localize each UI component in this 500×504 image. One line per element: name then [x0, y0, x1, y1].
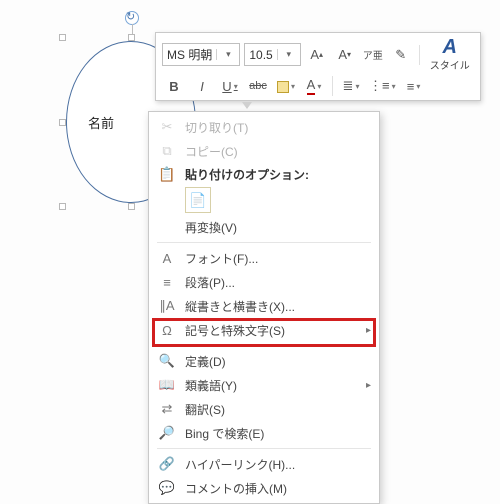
link-icon: 🔗	[155, 456, 179, 472]
context-menu: ✂ 切り取り(T) ⧉ コピー(C) 📋 貼り付けのオプション: 📄 再変換(V…	[148, 111, 380, 504]
separator	[157, 345, 371, 346]
toolbar-pointer	[242, 102, 252, 109]
rotate-handle[interactable]	[125, 11, 139, 25]
menu-copy[interactable]: ⧉ コピー(C)	[149, 139, 379, 163]
paste-option-keep-text[interactable]: 📄	[149, 185, 379, 215]
underline-button[interactable]: U▾	[218, 76, 242, 96]
mini-toolbar: MS 明朝 ▾ 10.5 ▾ A▴ A▾ ア亜 ✎ A スタイル B I U▾ …	[155, 32, 481, 101]
strikethrough-button[interactable]: abc	[246, 76, 270, 96]
chevron-down-icon: ▾	[216, 49, 239, 60]
font-name-value: MS 明朝	[163, 46, 216, 63]
font-color-button[interactable]: A▾	[302, 76, 326, 96]
separator	[157, 448, 371, 449]
define-icon: 🔍	[155, 353, 179, 369]
text-direction-icon: ∥A	[155, 298, 179, 314]
font-name-combo[interactable]: MS 明朝 ▾	[162, 43, 240, 66]
paragraph-icon: ≡	[155, 275, 179, 290]
menu-reconvert[interactable]: 再変換(V)	[149, 215, 379, 239]
thesaurus-icon: 📖	[155, 377, 179, 393]
resize-handle[interactable]	[59, 203, 66, 210]
bold-button[interactable]: B	[162, 76, 186, 96]
separator	[332, 76, 333, 96]
copy-icon: ⧉	[155, 143, 179, 159]
translate-icon: ⇄	[155, 401, 179, 417]
font-icon: A	[155, 251, 179, 266]
shrink-font-button[interactable]: A▾	[333, 45, 357, 65]
menu-define[interactable]: 🔍 定義(D)	[149, 349, 379, 373]
comment-icon: 💬	[155, 480, 179, 496]
menu-cut[interactable]: ✂ 切り取り(T)	[149, 115, 379, 139]
menu-symbols[interactable]: Ω 記号と特殊文字(S) ▸	[149, 318, 379, 342]
search-icon: 🔎	[155, 425, 179, 441]
resize-handle[interactable]	[128, 203, 135, 210]
styles-icon: A	[442, 37, 456, 57]
shape-label: 名前	[88, 113, 114, 132]
paste-options-label: 📋 貼り付けのオプション:	[149, 163, 379, 185]
bullets-button[interactable]: ≣▾	[339, 76, 363, 96]
italic-button[interactable]: I	[190, 76, 214, 96]
format-painter-button[interactable]: ✎	[389, 45, 413, 65]
indent-button[interactable]: ≡▾	[402, 76, 426, 96]
resize-handle[interactable]	[59, 119, 66, 126]
clipboard-icon: 📋	[155, 166, 179, 183]
menu-font[interactable]: A フォント(F)...	[149, 246, 379, 270]
menu-text-direction[interactable]: ∥A 縦書きと横書き(X)...	[149, 294, 379, 318]
font-size-value: 10.5	[245, 48, 276, 62]
menu-thesaurus[interactable]: 📖 類義語(Y) ▸	[149, 373, 379, 397]
menu-hyperlink[interactable]: 🔗 ハイパーリンク(H)...	[149, 452, 379, 476]
phonetic-guide-button[interactable]: ア亜	[361, 45, 385, 65]
highlight-color-button[interactable]: ▾	[274, 76, 298, 96]
separator	[419, 45, 420, 65]
scissors-icon: ✂	[155, 119, 179, 135]
styles-button[interactable]: A スタイル	[426, 37, 474, 72]
chevron-down-icon: ▾	[277, 49, 300, 60]
menu-paragraph[interactable]: ≡ 段落(P)...	[149, 270, 379, 294]
symbols-icon: Ω	[155, 323, 179, 338]
numbering-button[interactable]: ⋮≡▾	[367, 76, 398, 96]
chevron-right-icon: ▸	[366, 325, 371, 336]
separator	[157, 242, 371, 243]
chevron-right-icon: ▸	[366, 380, 371, 391]
menu-translate[interactable]: ⇄ 翻訳(S)	[149, 397, 379, 421]
paste-keep-text-icon: 📄	[185, 187, 211, 213]
font-size-combo[interactable]: 10.5 ▾	[244, 43, 300, 66]
resize-handle[interactable]	[59, 34, 66, 41]
menu-bing-search[interactable]: 🔎 Bing で検索(E)	[149, 421, 379, 445]
resize-handle[interactable]	[128, 34, 135, 41]
menu-new-comment[interactable]: 💬 コメントの挿入(M)	[149, 476, 379, 500]
grow-font-button[interactable]: A▴	[305, 45, 329, 65]
